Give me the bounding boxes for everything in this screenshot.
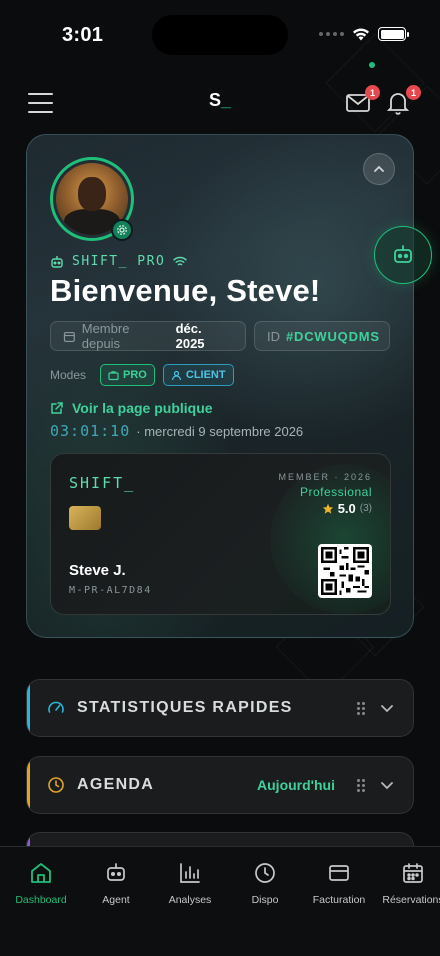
member-since-value: déc. 2025 — [175, 321, 205, 351]
briefcase-icon — [108, 370, 119, 380]
avatar-settings-button[interactable] — [111, 219, 133, 241]
wifi-icon — [353, 28, 369, 40]
robot-icon — [394, 245, 412, 263]
member-id-value: #DCWUQDMS — [286, 328, 380, 344]
user-icon — [171, 370, 181, 380]
clock-icon — [48, 777, 64, 793]
star-icon — [322, 503, 333, 514]
status-time: 3:01 — [62, 24, 104, 46]
drag-handle-icon[interactable] — [357, 701, 365, 715]
member-card-brand: SHIFT_ — [69, 474, 136, 492]
current-date: · mercredi 9 septembre 2026 — [136, 424, 304, 439]
rating-value: 5.0 — [337, 501, 356, 516]
section-quick-stats[interactable]: STATISTIQUES RAPIDES — [26, 679, 414, 737]
nav-label: Agent — [102, 894, 130, 906]
section-title: AGENDA — [77, 776, 155, 793]
profile-card: SHIFT_ PRO Bienvenue, Steve! Membre depu… — [26, 134, 414, 638]
qr-code[interactable] — [318, 544, 372, 598]
battery-icon — [378, 27, 409, 41]
wifi-icon — [173, 256, 187, 266]
chevron-up-icon — [374, 165, 384, 172]
gear-icon — [117, 225, 127, 235]
card-icon — [329, 865, 349, 881]
member-id-pill[interactable]: ID #DCWUQDMS — [254, 321, 390, 351]
section-accent-bar — [27, 680, 30, 736]
agent-fab-button[interactable] — [374, 226, 432, 284]
modes-label: Modes — [50, 368, 87, 382]
drag-handle-icon[interactable] — [357, 778, 365, 792]
home-icon — [31, 863, 51, 883]
status-icons — [319, 27, 409, 41]
section-title: STATISTIQUES RAPIDES — [77, 699, 293, 716]
member-tier: Professional — [299, 485, 372, 499]
nav-facturation[interactable]: Facturation — [299, 861, 379, 906]
mode-pro-label: PRO — [123, 369, 147, 381]
company-name: SHIFT_ PRO — [72, 254, 166, 269]
nav-analyses[interactable]: Analyses — [150, 861, 230, 906]
nav-label: Dispo — [251, 894, 279, 906]
bar-chart-icon — [180, 863, 200, 883]
member-code: M-PR-AL7D84 — [69, 585, 152, 596]
privacy-indicator-dot — [369, 62, 375, 68]
chevron-down-icon[interactable] — [379, 700, 395, 716]
collapse-button[interactable] — [363, 153, 395, 185]
qr-code-icon — [321, 547, 369, 595]
section-agenda[interactable]: AGENDA Aujourd'hui — [26, 756, 414, 814]
rating: 5.0 (3) — [322, 501, 372, 516]
card-chip-icon — [69, 506, 101, 530]
nav-label: Dashboard — [15, 894, 67, 906]
nav-agent[interactable]: Agent — [76, 861, 156, 906]
dynamic-island — [152, 15, 288, 55]
nav-dashboard[interactable]: Dashboard — [1, 861, 81, 906]
nav-reservations[interactable]: Réservations — [373, 861, 440, 906]
status-bar: 3:01 — [0, 0, 440, 60]
calendar-icon — [403, 863, 423, 883]
member-since-label: Membre depuis — [81, 321, 130, 351]
section-accent-bar — [27, 757, 30, 813]
nav-label: Facturation — [312, 894, 366, 906]
clock-row: 03:01:10 · mercredi 9 septembre 2026 — [50, 422, 303, 440]
modes-row: Modes PRO CLIENT — [50, 364, 234, 386]
member-id-label: ID — [267, 328, 280, 344]
nav-label: Analyses — [168, 894, 212, 906]
calendar-icon — [63, 331, 75, 342]
mail-button[interactable]: 1 — [345, 85, 380, 116]
chevron-down-icon[interactable] — [379, 777, 395, 793]
mode-client-chip[interactable]: CLIENT — [162, 364, 234, 386]
member-since-pill: Membre depuis déc. 2025 — [50, 321, 246, 351]
nav-dispo[interactable]: Dispo — [225, 861, 305, 906]
nav-label: Réservations — [382, 894, 440, 906]
clock-time: 03:01:10 — [50, 422, 131, 440]
rating-count: (3) — [359, 503, 372, 514]
public-page-link-label: Voir la page publique — [72, 400, 213, 416]
today-link[interactable]: Aujourd'hui — [257, 777, 335, 793]
public-page-link[interactable]: Voir la page publique — [50, 400, 213, 416]
member-year: MEMBER · 2026 — [278, 472, 372, 482]
external-link-icon — [51, 402, 63, 414]
notifications-badge: 1 — [406, 85, 421, 100]
robot-icon — [107, 863, 125, 881]
company-row: SHIFT_ PRO — [50, 254, 187, 269]
member-card[interactable]: SHIFT_ MEMBER · 2026 Professional 5.0 (3… — [50, 453, 391, 615]
robot-icon — [51, 255, 63, 268]
clock-icon — [255, 863, 275, 883]
gauge-icon — [48, 701, 64, 713]
member-name: Steve J. — [69, 562, 126, 579]
cellular-signal-icon — [319, 32, 344, 36]
mail-badge: 1 — [365, 85, 380, 100]
notifications-button[interactable]: 1 — [386, 85, 421, 116]
mode-client-label: CLIENT — [185, 369, 226, 381]
bottom-nav: Dashboard Agent Analyses Dispo Facturati… — [0, 846, 440, 956]
welcome-title: Bienvenue, Steve! — [50, 273, 321, 308]
mode-pro-chip[interactable]: PRO — [100, 364, 155, 386]
